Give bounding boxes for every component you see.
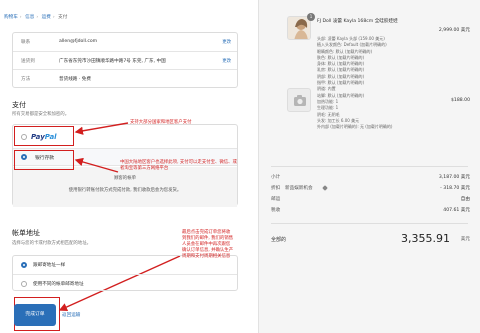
bank-annotation: 中国大陆地区客户也选择此项, 支付可以走支付宝、微信、或者淘宝等第三方网络平台 [120,160,237,171]
discount-label: 折扣 [271,186,281,191]
paypal-arrow [74,122,129,135]
total-row: 全部的 3,355.91 美元 [271,230,470,250]
subtotal-label: 小计 [271,175,281,180]
total-divider [271,223,468,224]
billing-different-option[interactable]: 使用不同的帐单邮寄地址 [13,274,237,292]
shipping-row: 邮运 自由 [271,196,470,206]
tax-value: 407.61 美元 [443,208,470,213]
order-summary: 1 FJ Doll 凌蕾 Kayla 168cm 全硅胶娃娃 2,999.00 … [258,0,480,333]
total-currency: 美元 [460,237,470,242]
product-options: 头部: 凌蕾 Kayla 头部 (159.00 美元) 植入头发颜色: Defa… [317,36,427,130]
checkout-main: 购物车 › 信息 › 运费 › 支付 联系 allen@fjdoll.com 更改 送… [0,0,258,333]
subtotal-row: 小计 3,187.00 美元 [271,174,470,184]
bank-arrow [74,157,119,173]
tax-label: 税收 [271,208,281,213]
shipping-value: 自由 [460,197,470,202]
return-to-shipping-link[interactable]: 返回运输 [62,312,80,318]
total-label: 全部的 [271,237,287,243]
shipping-label: 邮运 [271,197,281,202]
discount-code: 新品娱新机会 [285,186,313,191]
option-price: $188.00 [451,98,470,103]
billing-options: 跟邮寄地址一样 使用不同的帐单邮寄地址 [12,255,238,291]
product-title: FJ Doll 凌蕾 Kayla 168cm 全硅胶娃娃 [317,19,398,24]
paypal-annotation: 支持大部分国家和地区客户支付 [130,120,192,125]
billing-same-radio[interactable] [21,262,27,268]
product-image [288,17,310,39]
discount-row: 折扣 新品娱新机会 - 318.70 美元 [271,185,470,195]
summary-divider [271,166,468,167]
tax-row: 税收 407.61 美元 [271,207,470,217]
quantity-badge: 1 [307,13,315,21]
billing-same-label: 跟邮寄地址一样 [33,263,66,268]
billing-subtitle: 选择与您的卡或付款方式相匹配的地址。 [12,241,92,246]
option-thumbnail [287,88,311,112]
total-value: 3,355.91 [401,232,450,245]
billing-title: 帐单地址 [12,229,40,237]
discount-value: - 318.70 美元 [440,186,470,191]
complete-order-button[interactable]: 完成订单 [14,304,56,326]
camera-icon [294,95,306,106]
tag-icon [322,185,328,191]
submit-annotation: 最后点击完成订单您将收到我们的邮件, 我们的销售人员会在邮件中再次跟您确认订单信… [182,230,234,259]
option-item: 外内部 (加载片明确的): 无 (加载片明确的) [317,124,393,130]
billing-different-radio[interactable] [21,281,27,287]
subtotal-value: 3,187.00 美元 [438,175,470,180]
billing-different-label: 使用不同的帐单邮寄地址 [33,282,84,287]
product-price: 2,999.00 美元 [438,28,470,33]
